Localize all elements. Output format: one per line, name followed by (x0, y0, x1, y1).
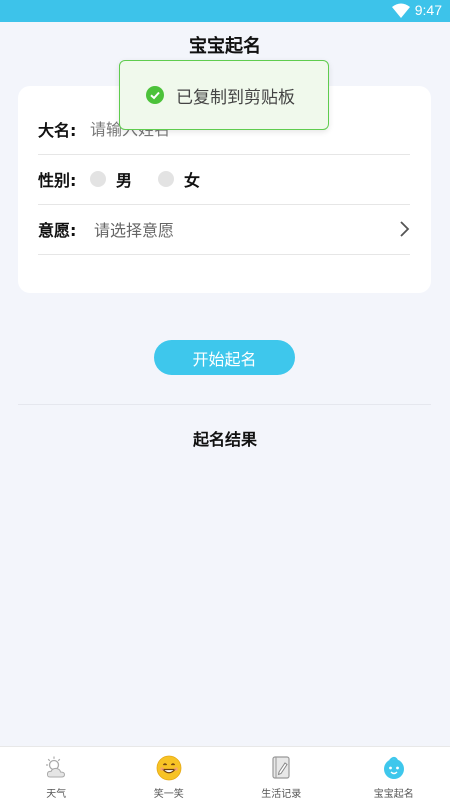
divider (18, 404, 431, 405)
gender-option-male[interactable]: 男 (90, 167, 132, 191)
gender-option-label: 女 (184, 167, 200, 191)
results-title: 起名结果 (0, 426, 450, 450)
wish-select-row[interactable]: 意愿: 请选择意愿 (38, 204, 410, 255)
wish-select-value: 请选择意愿 (94, 217, 398, 241)
tab-label: 宝宝起名 (374, 785, 414, 800)
check-circle-icon (146, 86, 164, 104)
page-title: 宝宝起名 (0, 32, 450, 58)
wifi-icon (392, 3, 410, 18)
toast-message: 已复制到剪贴板 (176, 83, 295, 108)
radio-circle (90, 171, 106, 187)
chevron-right-icon (398, 220, 410, 238)
tab-life-record[interactable]: 生活记录 (225, 747, 338, 801)
tab-baby-naming[interactable]: 宝宝起名 (338, 747, 450, 801)
baby-icon (381, 755, 407, 781)
status-time: 9:47 (415, 2, 442, 18)
status-bar: 9:47 (0, 0, 450, 22)
tab-label: 笑一笑 (154, 785, 184, 800)
tab-smile[interactable]: 笑一笑 (113, 747, 226, 801)
tab-label: 生活记录 (261, 785, 301, 800)
start-naming-button[interactable]: 开始起名 (154, 340, 295, 375)
gender-label: 性别: (38, 167, 90, 191)
gender-row: 性别: 男 女 (38, 154, 410, 205)
gender-radio-group: 男 女 (90, 167, 226, 191)
bottom-tab-bar: 天气 笑一笑 生活记录 宝宝起名 (0, 746, 450, 801)
gender-option-label: 男 (116, 167, 132, 191)
gender-option-female[interactable]: 女 (158, 167, 200, 191)
radio-circle (158, 171, 174, 187)
name-label: 大名: (38, 117, 90, 141)
notebook-icon (268, 755, 294, 781)
wish-label: 意愿: (38, 217, 90, 241)
tab-weather[interactable]: 天气 (0, 747, 113, 801)
tab-label: 天气 (46, 785, 66, 800)
copied-toast: 已复制到剪贴板 (119, 60, 329, 130)
smile-icon (156, 755, 182, 781)
weather-icon (43, 755, 69, 781)
